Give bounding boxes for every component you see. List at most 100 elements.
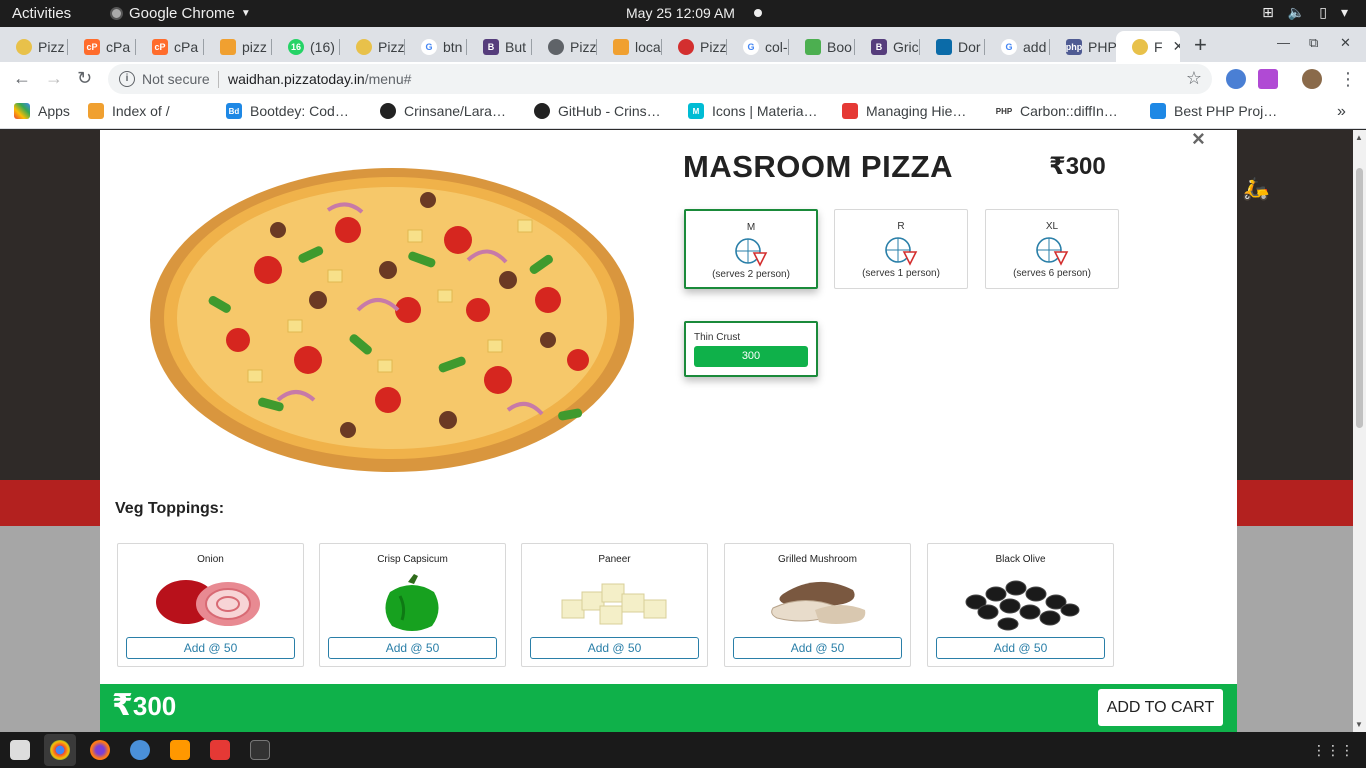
browser-tab[interactable]: Dor	[920, 31, 985, 62]
browser-tab[interactable]: pizz	[204, 31, 272, 62]
add-to-cart-button[interactable]: ADD TO CART	[1098, 689, 1223, 726]
app-menu[interactable]: Google Chrome ▼	[110, 5, 251, 22]
chrome-app-icon	[110, 7, 123, 20]
pizza-size-icon	[885, 237, 918, 266]
browser-tab[interactable]: Gadd	[985, 31, 1050, 62]
size-option-r[interactable]: R (serves 1 person)	[834, 209, 968, 289]
browser-tab[interactable]: B Gric	[855, 31, 920, 62]
browser-tab[interactable]: loca	[597, 31, 662, 62]
kebab-menu-icon[interactable]: ⋮	[1339, 69, 1357, 90]
close-window-icon[interactable]: ✕	[1340, 35, 1351, 51]
pizza-size-icon	[735, 238, 768, 267]
bookmark-star-icon[interactable]: ☆	[1186, 68, 1202, 89]
browser-tab[interactable]: cP cPa	[68, 31, 136, 62]
add-topping-button[interactable]: Add @ 50	[328, 637, 497, 659]
add-topping-button[interactable]: Add @ 50	[126, 637, 295, 659]
browser-tab[interactable]: Pizz	[0, 31, 68, 62]
bookmark-label: Bootdey: Cod…	[250, 103, 349, 119]
info-icon[interactable]: i	[119, 71, 135, 87]
tab-label: But	[505, 38, 527, 55]
add-topping-button[interactable]: Add @ 50	[733, 637, 902, 659]
olive-image	[965, 580, 1080, 631]
browser-tab[interactable]: Pizz	[340, 31, 405, 62]
forward-arrow-icon[interactable]: →	[45, 68, 63, 89]
bookmark-item[interactable]: Index of /	[88, 103, 170, 119]
close-modal-button[interactable]: ×	[1192, 130, 1205, 152]
extension-icon[interactable]	[1226, 69, 1246, 89]
crust-option-thin[interactable]: Thin Crust 300	[684, 321, 818, 377]
scroll-thumb[interactable]	[1356, 168, 1363, 428]
network-icon: ⊞	[1262, 4, 1274, 20]
browser-tab[interactable]: Pizz	[532, 31, 597, 62]
close-tab-icon[interactable]: ✕	[1173, 38, 1180, 55]
topping-card-paneer: Paneer Add @ 50	[521, 543, 708, 667]
bookmark-item[interactable]: M Icons | Materia…	[688, 103, 818, 119]
bookmark-item[interactable]: Crinsane/Lara…	[380, 103, 506, 119]
whatsapp-favicon-icon: 16	[288, 38, 304, 55]
url-text[interactable]: waidhan.pizzatoday.in/menu#	[228, 71, 411, 87]
thunderbird-icon[interactable]	[130, 740, 150, 760]
minimize-icon[interactable]: —	[1277, 35, 1290, 50]
page-scrollbar[interactable]: ▲ ▼	[1353, 130, 1366, 732]
topping-card-onion: Onion Add @ 50	[117, 543, 304, 667]
terminal-icon[interactable]	[250, 740, 270, 760]
tab-label: PHP	[1088, 38, 1116, 55]
firefox-icon[interactable]	[90, 740, 110, 760]
size-code: R	[897, 221, 905, 232]
size-option-m[interactable]: M (serves 2 person)	[684, 209, 818, 289]
browser-tab[interactable]: Boo	[789, 31, 855, 62]
browser-tab[interactable]: Pizz	[662, 31, 727, 62]
sublime-text-icon[interactable]	[170, 740, 190, 760]
system-tray[interactable]: ⊞ 🔈 ▯ ▾	[1262, 4, 1348, 21]
pizza-image	[150, 168, 634, 472]
capsicum-image	[385, 574, 439, 631]
browser-tab-active[interactable]: F ✕	[1116, 31, 1180, 62]
show-apps-grid-icon[interactable]: ⋮⋮⋮	[1312, 742, 1354, 759]
bookmark-item[interactable]: GitHub - Crins…	[534, 103, 661, 119]
size-serves: (serves 6 person)	[1013, 268, 1091, 279]
bookmark-item[interactable]: PHP Carbon::diffIn…	[996, 103, 1118, 119]
browser-tab[interactable]: cP cPa	[136, 31, 204, 62]
globe-favicon-icon	[548, 38, 564, 55]
extension-pen-icon[interactable]	[1258, 69, 1278, 89]
browser-tab[interactable]: Gcol-	[727, 31, 789, 62]
clock[interactable]: May 25 12:09 AM	[626, 5, 735, 21]
browser-tab[interactable]: 16 (16)	[272, 31, 340, 62]
bookmark-label: Best PHP Proj…	[1174, 103, 1278, 119]
security-label[interactable]: Not secure	[142, 71, 210, 87]
topping-name: Onion	[197, 554, 224, 565]
profile-avatar[interactable]	[1302, 69, 1322, 89]
address-bar[interactable]: i Not secure waidhan.pizzatoday.in/menu#…	[108, 64, 1212, 94]
add-topping-button[interactable]: Add @ 50	[936, 637, 1105, 659]
tab-label: add	[1023, 38, 1047, 55]
size-code: XL	[1045, 221, 1059, 232]
mushroom-image	[771, 581, 866, 624]
new-tab-button[interactable]: +	[1194, 32, 1207, 58]
bookmark-item[interactable]: Managing Hie…	[842, 103, 966, 119]
browser-tab[interactable]: B But	[467, 31, 532, 62]
scroll-down-icon[interactable]: ▼	[1355, 720, 1363, 729]
more-bookmarks-icon[interactable]: »	[1337, 103, 1346, 121]
tab-label: F	[1154, 38, 1163, 55]
activities-button[interactable]: Activities	[12, 5, 71, 22]
bookmark-apps[interactable]: Apps	[14, 103, 70, 119]
browser-tab[interactable]: Gbtn	[405, 31, 467, 62]
back-arrow-icon[interactable]: ←	[13, 68, 31, 89]
anydesk-icon[interactable]	[210, 740, 230, 760]
bookmark-item[interactable]: Bd Bootdey: Cod…	[226, 103, 349, 119]
restore-icon[interactable]: ⧉	[1309, 35, 1318, 51]
size-option-xl[interactable]: XL (serves 6 person)	[985, 209, 1119, 289]
cpanel-favicon-icon: cP	[152, 38, 168, 55]
add-topping-button[interactable]: Add @ 50	[530, 637, 699, 659]
reload-icon[interactable]: ↻	[77, 68, 92, 89]
scroll-up-icon[interactable]: ▲	[1355, 133, 1363, 142]
google-favicon-icon: G	[1001, 38, 1017, 55]
pizza-favicon-icon	[1132, 38, 1148, 55]
chrome-icon[interactable]	[50, 740, 70, 760]
github-icon	[380, 103, 396, 119]
bookmark-item[interactable]: Best PHP Proj…	[1150, 103, 1277, 119]
browser-tab[interactable]: php PHP	[1050, 31, 1116, 62]
bookmark-label: Carbon::diffIn…	[1020, 103, 1118, 119]
files-icon[interactable]	[10, 740, 30, 760]
total-amount: 300	[132, 691, 177, 721]
